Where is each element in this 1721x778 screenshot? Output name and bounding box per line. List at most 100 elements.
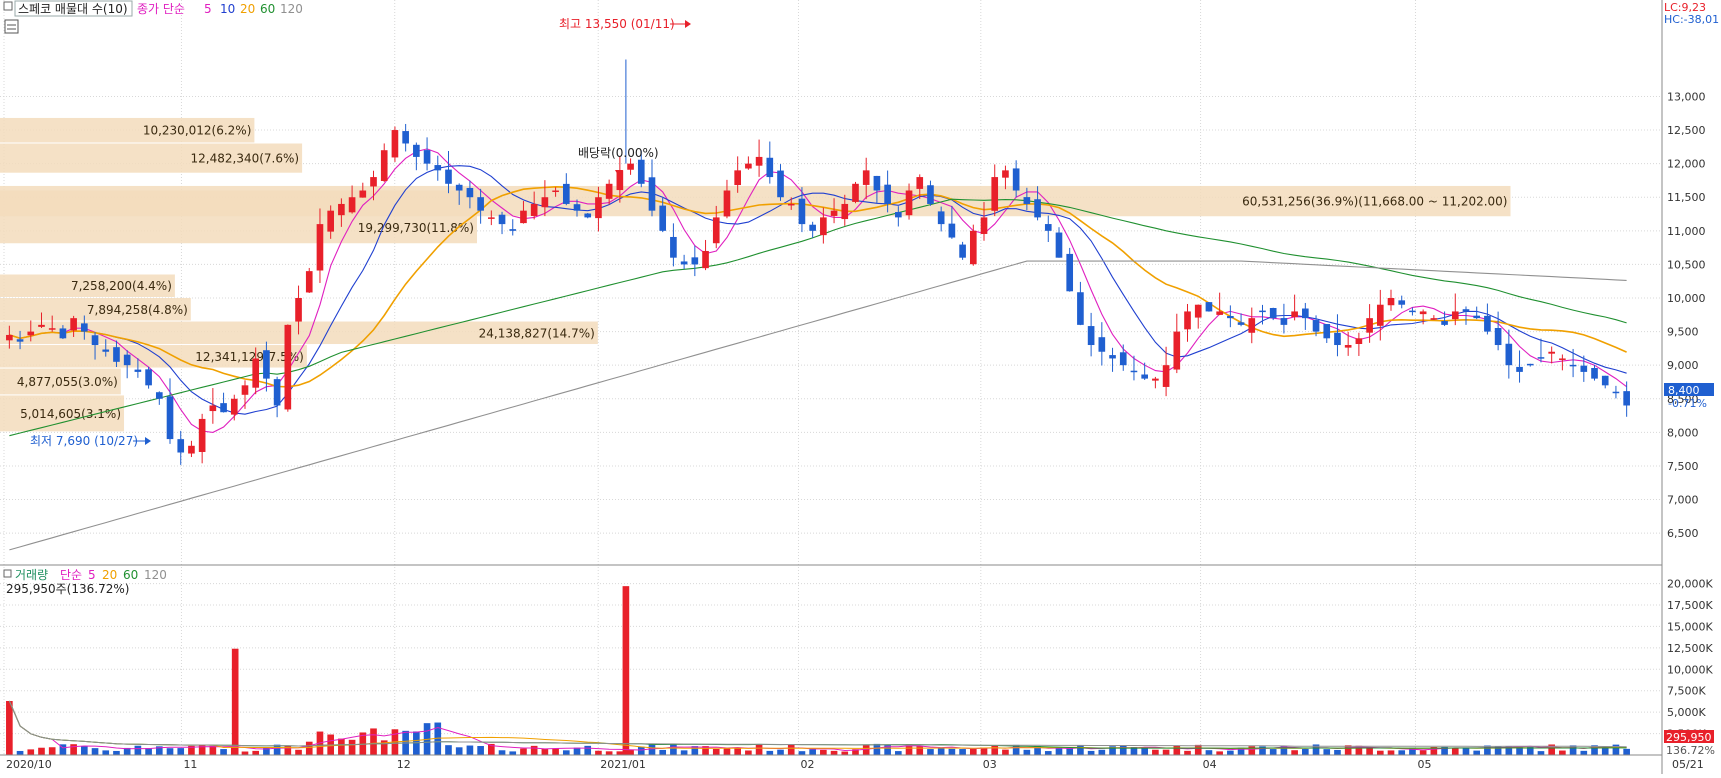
candle-body[interactable] <box>1269 308 1277 319</box>
volume-bar[interactable] <box>584 745 592 755</box>
candle-body[interactable] <box>27 331 35 336</box>
candle-body[interactable] <box>348 197 356 213</box>
volume-bar[interactable] <box>777 749 784 755</box>
candle-body[interactable] <box>220 403 227 413</box>
candle-body[interactable] <box>1248 318 1256 333</box>
volume-bar[interactable] <box>1119 745 1127 755</box>
volume-bar[interactable] <box>70 744 77 755</box>
volume-bar[interactable] <box>48 747 56 755</box>
candle-body[interactable] <box>198 418 206 452</box>
volume-spike-bar[interactable] <box>231 648 239 755</box>
volume-bar[interactable] <box>27 749 35 755</box>
candle-body[interactable] <box>1130 370 1138 373</box>
volume-bar[interactable] <box>241 751 249 755</box>
volume-bar[interactable] <box>1269 749 1277 755</box>
candle-body[interactable] <box>70 318 77 331</box>
volume-bar[interactable] <box>338 738 345 755</box>
candle-body[interactable] <box>1098 337 1106 352</box>
volume-bar[interactable] <box>348 739 356 755</box>
candle-body[interactable] <box>102 349 110 352</box>
volume-bar[interactable] <box>455 747 463 755</box>
candle-body[interactable] <box>423 150 431 164</box>
volume-bar[interactable] <box>841 751 849 755</box>
volume-bar[interactable] <box>1291 750 1298 755</box>
volume-bar[interactable] <box>637 746 645 755</box>
volume-bar[interactable] <box>1419 750 1427 755</box>
candle-body[interactable] <box>477 197 484 211</box>
candle-body[interactable] <box>1312 320 1320 332</box>
volume-bar[interactable] <box>1098 749 1106 755</box>
volume-bar[interactable] <box>134 745 142 755</box>
candle-body[interactable] <box>1002 170 1009 178</box>
grid-settings-icon[interactable] <box>4 19 19 34</box>
candle-body[interactable] <box>862 170 870 185</box>
candle-body[interactable] <box>1141 374 1148 379</box>
candle-body[interactable] <box>980 217 988 234</box>
candle-body[interactable] <box>359 190 367 198</box>
candle-body[interactable] <box>991 177 999 211</box>
candle-body[interactable] <box>1280 318 1288 325</box>
volume-bar[interactable] <box>102 750 110 755</box>
volume-bar[interactable] <box>562 750 570 755</box>
candle-body[interactable] <box>1066 253 1074 292</box>
candle-body[interactable] <box>1537 357 1545 359</box>
candle-body[interactable] <box>1302 308 1309 319</box>
chart-canvas[interactable]: 10,230,012(6.2%)12,482,340(7.6%)19,299,7… <box>0 0 1721 774</box>
volume-bar[interactable] <box>745 750 752 755</box>
candle-body[interactable] <box>573 204 581 211</box>
candle-body[interactable] <box>1087 326 1095 346</box>
candle-body[interactable] <box>6 334 13 341</box>
candle-body[interactable] <box>969 230 977 265</box>
candle-body[interactable] <box>1484 315 1491 332</box>
volume-bar[interactable] <box>1559 750 1566 755</box>
candle-body[interactable] <box>745 163 752 169</box>
candle-body[interactable] <box>895 212 902 218</box>
candle-body[interactable] <box>1451 311 1459 320</box>
candle-body[interactable] <box>670 236 677 258</box>
candle-body[interactable] <box>113 347 120 362</box>
candle-body[interactable] <box>905 190 913 216</box>
candle-body[interactable] <box>166 396 174 440</box>
volume-bar[interactable] <box>305 741 313 755</box>
candle-body[interactable] <box>177 439 185 453</box>
volume-bar[interactable] <box>1205 750 1213 755</box>
candle-body[interactable] <box>1216 311 1223 315</box>
candle-body[interactable] <box>648 177 656 211</box>
volume-bar[interactable] <box>38 747 45 755</box>
volume-bar[interactable] <box>252 750 260 755</box>
volume-bar[interactable] <box>1451 747 1459 755</box>
volume-bar[interactable] <box>1248 746 1256 755</box>
volume-bar[interactable] <box>648 744 656 755</box>
volume-bar[interactable] <box>91 748 99 755</box>
volume-bar[interactable] <box>1302 748 1309 755</box>
candle-body[interactable] <box>1473 315 1481 319</box>
candle-body[interactable] <box>252 358 260 388</box>
volume-bar[interactable] <box>509 751 517 755</box>
volume-bar[interactable] <box>466 745 474 755</box>
volume-bar[interactable] <box>670 744 677 755</box>
candle-body[interactable] <box>445 169 452 184</box>
candle-body[interactable] <box>305 271 313 293</box>
volume-bar[interactable] <box>1484 745 1491 755</box>
candle-body[interactable] <box>552 190 559 193</box>
volume-bar[interactable] <box>6 701 13 755</box>
candle-body[interactable] <box>841 203 849 220</box>
candle-body[interactable] <box>541 197 549 208</box>
volume-bar[interactable] <box>937 747 945 755</box>
volume-bar[interactable] <box>1323 749 1331 755</box>
candle-body[interactable] <box>691 257 699 265</box>
volume-bar[interactable] <box>477 746 484 755</box>
volume-bar[interactable] <box>113 750 120 755</box>
candle-body[interactable] <box>766 157 774 178</box>
volume-bar[interactable] <box>1569 745 1577 755</box>
volume-bar[interactable] <box>1216 751 1223 755</box>
volume-bar[interactable] <box>884 744 891 755</box>
candle-body[interactable] <box>1291 311 1298 318</box>
candle-body[interactable] <box>1430 318 1438 320</box>
volume-bar[interactable] <box>1398 750 1406 755</box>
candle-body[interactable] <box>1109 355 1116 359</box>
candle-body[interactable] <box>852 183 859 202</box>
volume-bar[interactable] <box>659 749 667 755</box>
candle-body[interactable] <box>916 177 924 189</box>
candle-body[interactable] <box>466 187 474 198</box>
